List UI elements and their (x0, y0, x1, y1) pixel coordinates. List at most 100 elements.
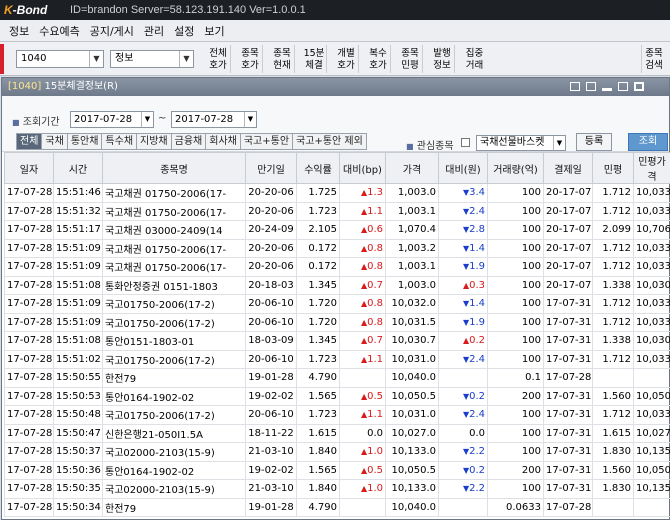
table-row[interactable]: 17-07-28 15:50:48 국고01750-2006(17-2) 20-06-… (4, 405, 670, 425)
toolbar-btn-all-quote[interactable]: 전체 호가 (206, 45, 231, 73)
menu-settings[interactable]: 설정 (169, 23, 199, 39)
menu-info[interactable]: 정보 (4, 23, 34, 39)
cell-bp-change: ▲0.5 (339, 460, 386, 480)
toolbar-btn-item-current[interactable]: 종목 현재 (270, 45, 295, 73)
col-maturity[interactable]: 만기일 (245, 152, 297, 184)
cell-volume: 100 (487, 423, 544, 443)
toolbar-btn-15min-trade[interactable]: 15분 체결 (302, 45, 327, 73)
view-combo[interactable]: 정보 ▼ (110, 50, 194, 68)
cell-date: 17-07-28 (4, 460, 54, 480)
table-row[interactable]: 17-07-28 15:51:02 국고01750-2006(17-2) 20-06-… (4, 349, 670, 369)
segment-treasury-msb[interactable]: 국고+통안 (239, 133, 294, 150)
segment-municipal[interactable]: 지방채 (136, 133, 172, 150)
cell-won-change-value: 1.9 (469, 261, 485, 273)
table-row[interactable]: 17-07-28 15:50:36 통안0164-1902-02 19-02-02 1.… (4, 460, 670, 480)
segment-exclude-treasury-msb[interactable]: 국고+통안 제외 (292, 133, 367, 150)
col-time[interactable]: 시간 (53, 152, 103, 184)
search-button[interactable]: 조회 (628, 133, 668, 151)
table-row[interactable]: 17-07-28 15:50:34 한전79 19-01-28 4.790 10,040.… (4, 497, 670, 517)
menu-view[interactable]: 보기 (199, 23, 229, 39)
col-date[interactable]: 일자 (4, 152, 54, 184)
table-row[interactable]: 17-07-28 15:51:09 국고채권 01750-2006(17- 20-20… (4, 238, 670, 258)
cell-won-change: ▼2.2 (438, 442, 488, 462)
table-row[interactable]: 17-07-28 15:50:53 통안0164-1902-02 19-02-02 1.… (4, 386, 670, 406)
cell-settlement: 20-17-07 (543, 275, 593, 295)
cell-won-change-value: 2.4 (469, 353, 485, 365)
window-maximize-icon[interactable] (618, 82, 628, 91)
table-row[interactable]: 17-07-28 15:51:32 국고채권 01750-2006(17- 20-20… (4, 201, 670, 221)
chevron-down-icon[interactable]: ▼ (244, 112, 256, 127)
window-link-icon[interactable] (570, 82, 580, 91)
cell-date: 17-07-28 (4, 275, 54, 295)
toolbar-btn-focus-trade[interactable]: 집중 거래 (462, 45, 487, 73)
segment-special[interactable]: 특수채 (101, 133, 138, 150)
table-row[interactable]: 17-07-28 15:51:08 통안0151-1803-01 18-03-09 1.… (4, 331, 670, 351)
cell-bp-change: ▲1.0 (339, 479, 386, 499)
cell-maturity: 20-24-09 (245, 220, 297, 240)
col-yield[interactable]: 수익률 (296, 152, 340, 184)
chevron-down-icon[interactable]: ▼ (553, 136, 565, 150)
interest-checkbox[interactable] (461, 138, 470, 147)
cell-valuation: 1.712 (592, 294, 634, 314)
cell-price: 10,031.5 (385, 312, 439, 332)
col-valuation[interactable]: 민평 (592, 152, 634, 184)
col-volume[interactable]: 거래량(억) (487, 152, 544, 184)
toolbar-btn-item-search[interactable]: 종목 검색 (641, 45, 666, 73)
cell-valuation-price: 10,030.5 (633, 275, 670, 295)
cell-price: 1,070.4 (385, 220, 439, 240)
register-button[interactable]: 등록 (576, 133, 612, 151)
col-bp-change[interactable]: 대비(bp) (339, 152, 386, 184)
toolbar-btn-item-valuation[interactable]: 종목 민평 (398, 45, 423, 73)
cell-maturity: 20-20-06 (245, 183, 297, 203)
menu-demand-forecast[interactable]: 수요예측 (34, 23, 84, 39)
menu-notice-board[interactable]: 공지/게시 (85, 23, 139, 39)
cell-date: 17-07-28 (4, 201, 54, 221)
table-row[interactable]: 17-07-28 15:50:47 신한은행21-050I1.5A 18-11-22 1… (4, 423, 670, 443)
col-won-change[interactable]: 대비(원) (438, 152, 488, 184)
table-row[interactable]: 17-07-28 15:51:09 국고01750-2006(17-2) 20-06-… (4, 312, 670, 332)
col-settlement[interactable]: 결제일 (543, 152, 593, 184)
table-row[interactable]: 17-07-28 15:50:37 국고02000-2103(15-9) 21-03-… (4, 442, 670, 462)
cell-time: 15:51:08 (53, 331, 103, 351)
cell-bp-change: ▲0.6 (339, 220, 386, 240)
date-to-picker[interactable]: 2017-07-28 ▼ (171, 111, 257, 128)
segment-treasury[interactable]: 국채 (41, 133, 68, 150)
cell-name: 국고채권 01750-2006(17- (102, 257, 246, 277)
screen-code-combo[interactable]: 1040 ▼ (16, 50, 104, 68)
segment-msb[interactable]: 통안채 (66, 133, 103, 150)
col-valuation-price[interactable]: 민평가격 (633, 152, 670, 184)
col-price[interactable]: 가격 (385, 152, 439, 184)
col-name[interactable]: 종목명 (102, 152, 246, 184)
date-from-picker[interactable]: 2017-07-28 ▼ (70, 111, 154, 128)
table-row[interactable]: 17-07-28 15:51:46 국고채권 01750-2006(17- 20-20… (4, 183, 670, 203)
table-row[interactable]: 17-07-28 15:51:08 통화안정증권 0151-1803 20-18-03… (4, 275, 670, 295)
toolbar-btn-item-quote[interactable]: 종목 호가 (238, 45, 263, 73)
segment-financial[interactable]: 금융채 (170, 133, 207, 150)
table-row[interactable]: 17-07-28 15:51:09 국고01750-2006(17-2) 20-06-… (4, 294, 670, 314)
toolbar-btn-single-quote[interactable]: 개별 호가 (334, 45, 359, 73)
window-minimize-icon[interactable] (586, 82, 596, 91)
cell-won-change: ▼1.4 (438, 238, 488, 258)
segment-all[interactable]: 전체 (16, 133, 43, 150)
cell-won-change-value: 2.2 (469, 483, 485, 495)
toolbar-btn-issue-info[interactable]: 발행 정보 (430, 45, 455, 73)
window-close-icon[interactable] (634, 82, 644, 91)
chevron-down-icon[interactable]: ▼ (179, 51, 193, 67)
table-row[interactable]: 17-07-28 15:51:17 국고채권 03000-2409(14 20-24-… (4, 220, 670, 240)
table-row[interactable]: 17-07-28 15:50:55 한전79 19-01-28 4.790 10,040.… (4, 368, 670, 388)
toolbar-btn-multi-quote[interactable]: 복수 호가 (366, 45, 391, 73)
cell-won-change: 0.0 (438, 423, 488, 443)
cell-time: 15:51:08 (53, 275, 103, 295)
menu-admin[interactable]: 관리 (139, 23, 169, 39)
segment-corporate[interactable]: 회사채 (205, 133, 241, 150)
window-restore-icon[interactable] (602, 88, 612, 91)
cell-valuation-price: 10,050.7 (633, 460, 670, 480)
cell-name: 국고01750-2006(17-2) (102, 349, 246, 369)
chevron-down-icon[interactable]: ▼ (89, 51, 103, 67)
cell-name: 한전79 (102, 368, 246, 388)
chevron-down-icon[interactable]: ▼ (141, 112, 153, 127)
table-row[interactable]: 17-07-28 15:51:09 국고채권 01750-2006(17- 20-20… (4, 257, 670, 277)
table-row[interactable]: 17-07-28 15:50:35 국고02000-2103(15-9) 21-03-… (4, 479, 670, 499)
basket-combo[interactable]: 국채선물바스켓 ▼ (476, 135, 566, 151)
app-title: ID=brandon Server=58.123.191.140 Ver=1.0… (70, 4, 306, 16)
